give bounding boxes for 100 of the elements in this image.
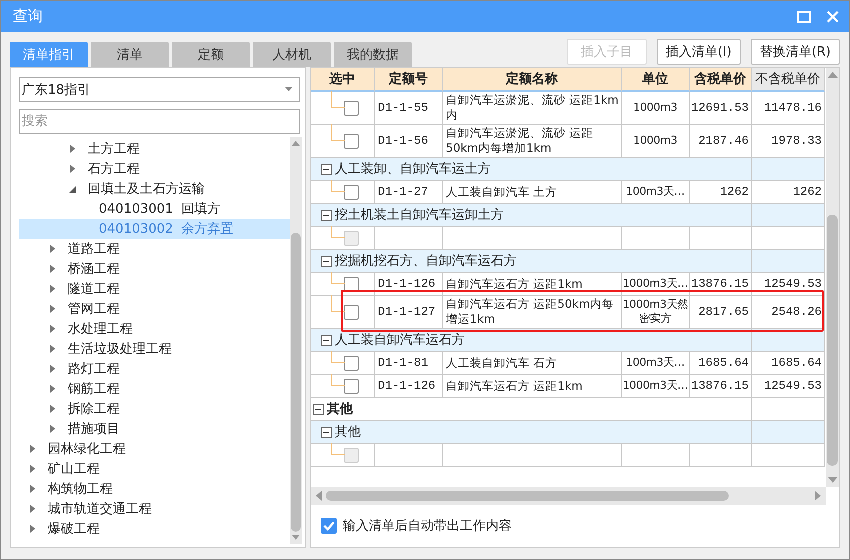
tab[interactable]: 定额	[172, 42, 250, 67]
table-cell: 12691.53	[690, 92, 752, 125]
scroll-thumb[interactable]	[291, 233, 301, 532]
expand-icon[interactable]	[29, 525, 37, 533]
expand-icon[interactable]	[49, 385, 57, 393]
expand-icon[interactable]	[69, 165, 77, 173]
option-label[interactable]: 输入清单后自动带出工作内容	[343, 517, 512, 535]
group-label: 人工装卸、自卸汽车运土方	[335, 161, 491, 178]
collapse-icon[interactable]	[321, 164, 332, 174]
tree-item[interactable]: 爆破工程	[48, 520, 100, 538]
group-label: 挖土机装土自卸汽车运卸土方	[335, 207, 504, 224]
scroll-down-icon[interactable]	[292, 535, 300, 540]
table-cell: 11478.16	[752, 92, 825, 125]
tree-item[interactable]: 城市轨道交通工程	[48, 500, 152, 518]
expand-icon[interactable]	[49, 405, 57, 413]
table-cell: 人工装自卸汽车 石方	[443, 352, 622, 375]
tab[interactable]: 人材机	[253, 42, 331, 67]
tab[interactable]: 清单	[91, 42, 169, 67]
expand-icon[interactable]	[29, 445, 37, 453]
scroll-down-icon[interactable]	[828, 477, 838, 483]
tree-item[interactable]: 隧道工程	[68, 280, 120, 298]
column-header[interactable]: 含税单价	[690, 68, 752, 92]
expand-icon[interactable]	[29, 505, 37, 513]
table-cell: 1685.64	[690, 352, 752, 375]
collapse-icon[interactable]	[321, 210, 332, 220]
table-cell: D1-1-81	[375, 352, 443, 375]
tree-item[interactable]: 路灯工程	[68, 360, 120, 378]
window-title: 查询	[13, 7, 44, 26]
tree-item[interactable]: 道路工程	[68, 240, 120, 258]
action-button[interactable]: 替换清单(R)	[750, 39, 840, 65]
expand-icon[interactable]	[29, 485, 37, 493]
tree-item[interactable]: 石方工程	[88, 160, 140, 178]
group-label: 挖掘机挖石方、自卸汽车运石方	[335, 253, 517, 270]
expand-icon[interactable]	[49, 245, 57, 253]
checkbox[interactable]	[321, 518, 337, 534]
expand-icon[interactable]	[49, 325, 57, 333]
tree-item[interactable]: 钢筋工程	[68, 380, 120, 398]
table-cell: 1000m3	[622, 92, 690, 125]
item-code: 040103002	[99, 222, 174, 236]
table-cell: D1-1-55	[375, 92, 443, 125]
checkbox[interactable]	[344, 356, 359, 370]
horizontal-scrollbar[interactable]	[311, 487, 826, 505]
column-header[interactable]: 定额号	[375, 68, 443, 92]
checkbox[interactable]	[344, 304, 359, 320]
checkbox[interactable]	[344, 134, 359, 148]
scroll-up-icon[interactable]	[828, 72, 838, 78]
collapse-icon[interactable]	[321, 426, 332, 438]
item-label: 余方弃置	[181, 221, 234, 238]
close-icon[interactable]	[827, 10, 839, 22]
guide-dropdown[interactable]: 广东18指引	[19, 77, 300, 102]
checkbox[interactable]	[344, 276, 359, 292]
table-cell: 13876.15	[690, 273, 752, 296]
checkbox[interactable]	[344, 184, 359, 200]
expand-icon[interactable]	[49, 425, 57, 433]
expand-icon[interactable]	[69, 145, 77, 153]
checkbox[interactable]	[344, 100, 359, 116]
tree-item[interactable]: 回填土及土石方运输	[88, 180, 205, 198]
table-cell: 1685.64	[752, 352, 825, 375]
checkbox[interactable]	[344, 378, 359, 394]
tree-item[interactable]: 园林绿化工程	[48, 440, 126, 458]
tree-item[interactable]: 040103001 回填方	[19, 199, 290, 219]
scroll-thumb[interactable]	[326, 491, 729, 501]
collapse-icon[interactable]	[69, 186, 77, 192]
tree-item[interactable]: 拆除工程	[68, 400, 120, 418]
tree-item[interactable]: 生活垃圾处理工程	[68, 340, 172, 358]
column-header[interactable]: 定额名称	[443, 68, 622, 92]
caret-icon	[285, 87, 293, 92]
tree-item[interactable]: 构筑物工程	[48, 480, 113, 498]
maximize-icon[interactable]	[797, 10, 811, 22]
scroll-up-icon[interactable]	[292, 141, 300, 146]
collapse-icon[interactable]	[321, 334, 332, 346]
item-label: 回填方	[181, 201, 220, 218]
column-header[interactable]: 选中	[311, 68, 375, 92]
tree-item[interactable]: 措施项目	[68, 420, 120, 438]
expand-icon[interactable]	[49, 265, 57, 273]
vertical-scrollbar[interactable]	[826, 68, 839, 487]
collapse-icon[interactable]	[321, 256, 332, 266]
tree-item[interactable]: 矿山工程	[48, 460, 100, 478]
table-cell: 自卸汽车运淤泥、流砂 运距1km内	[443, 92, 622, 125]
scroll-thumb[interactable]	[827, 214, 838, 466]
action-button[interactable]: 插入清单(I)	[656, 39, 741, 65]
search-field[interactable]: 搜索	[19, 109, 300, 134]
tree-item[interactable]: 土方工程	[88, 140, 140, 158]
column-header[interactable]: 不含税单价	[752, 68, 825, 92]
tree-item[interactable]: 桥涵工程	[68, 260, 120, 278]
expand-icon[interactable]	[49, 365, 57, 373]
tree-item[interactable]: 水处理工程	[68, 320, 133, 338]
expand-icon[interactable]	[29, 465, 37, 473]
collapse-icon[interactable]	[313, 404, 324, 414]
vertical-scrollbar[interactable]	[290, 137, 302, 544]
table-cell: 自卸汽车运石方 运距1km	[443, 273, 622, 296]
column-header[interactable]: 单位	[622, 68, 690, 92]
scroll-left-icon[interactable]	[316, 491, 322, 501]
expand-icon[interactable]	[49, 285, 57, 293]
tab[interactable]: 我的数据	[334, 42, 412, 67]
expand-icon[interactable]	[49, 305, 57, 313]
scroll-right-icon[interactable]	[815, 491, 821, 501]
tree-item[interactable]: 管网工程	[68, 300, 120, 318]
expand-icon[interactable]	[49, 345, 57, 353]
group-label: 其他	[335, 424, 361, 441]
